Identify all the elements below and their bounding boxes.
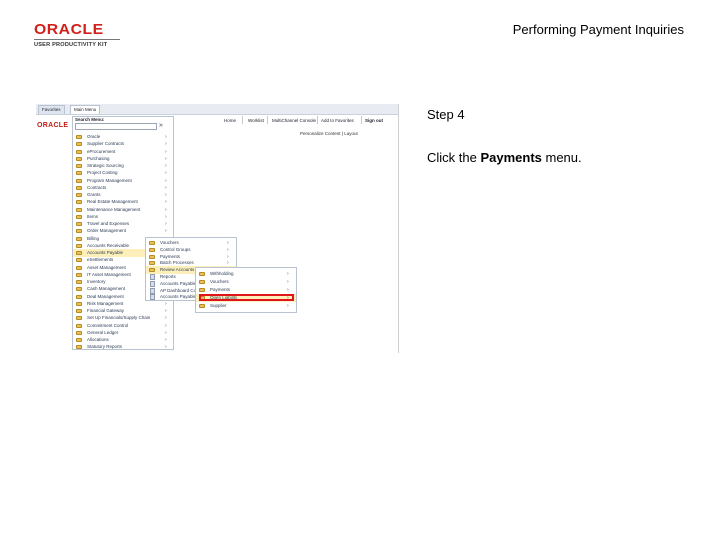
folder-icon [199,288,205,292]
search-go-icon[interactable]: » [159,122,167,130]
folder-icon [149,268,155,273]
folder-icon [149,241,155,245]
review-submenu-item[interactable]: Vouchers › [196,278,296,286]
folder-icon [76,243,82,248]
folder-icon [76,323,82,328]
link-add-to-favorites[interactable]: Add to Favorites [321,116,354,125]
main-menu-item[interactable]: Statutory Reports › [73,343,173,351]
main-menu-dropdown: Search Menu: » Oracle › Supplier Contracts… [72,116,174,350]
step-label: Step 4 [427,107,465,122]
folder-icon [76,280,82,284]
folder-icon [199,304,205,308]
folder-icon [76,338,82,342]
instruction-prefix: Click the [427,150,481,165]
review-submenu-item-label: Vouchers [210,279,229,284]
review-ap-info-submenu: Withholding › Vouchers › Payments › Open Liabi… [195,267,297,313]
folder-icon [76,207,82,212]
folder-icon [149,261,155,266]
folder-icon [76,265,82,270]
folder-icon [76,309,82,313]
folder-icon [149,254,155,259]
folder-icon [76,164,82,168]
folder-icon [76,142,82,147]
folder-icon [76,156,82,161]
page-icon [150,294,155,301]
payments-highlight-box [199,294,294,301]
folder-icon [76,185,82,190]
oracle-upk-logo: ORACLE USER PRODUCTIVITY KIT [34,22,126,48]
link-separator [317,116,318,124]
chevron-right-icon: › [287,287,289,293]
folder-icon [199,272,205,276]
folder-icon [76,272,82,277]
folder-icon [76,251,82,255]
folder-icon [76,236,82,241]
tab-bar: Favorites Main Menu [36,104,398,115]
review-submenu-item-label: Payments [210,287,231,292]
link-separator [242,116,243,124]
application-screenshot: Favorites Main Menu ORACLE Home Worklist… [36,104,399,353]
step-instruction: Click the Payments menu. [427,150,582,165]
review-submenu-item-label: Withholding [210,271,234,276]
personalize-links[interactable]: Personalize Content | Layout [300,131,358,136]
folder-icon [76,193,82,197]
link-separator [267,116,268,124]
instruction-target: Payments [480,150,542,165]
link-sign-out[interactable]: Sign out [365,116,383,125]
page-title: Performing Payment Inquiries [512,22,684,37]
search-menu-input[interactable] [75,123,157,130]
folder-icon [76,214,82,219]
folder-icon [76,229,82,234]
folder-icon [76,287,82,292]
review-submenu-item-label: Supplier [210,303,227,308]
folder-icon [199,280,205,284]
folder-icon [76,294,82,299]
link-home[interactable]: Home [224,116,236,125]
chevron-right-icon: › [165,344,167,351]
folder-icon [76,258,82,263]
tab-favorites[interactable]: Favorites [38,105,65,114]
tab-main-menu[interactable]: Main Menu [70,105,101,114]
main-menu-item-label: Statutory Reports [87,344,123,350]
review-submenu-item[interactable]: Supplier › [196,302,296,310]
logo-wordmark: ORACLE [34,21,104,38]
folder-icon [76,301,82,306]
chevron-right-icon: › [287,271,289,277]
folder-icon [76,149,82,154]
link-worklist[interactable]: Worklist [248,116,264,125]
chevron-right-icon: › [287,303,289,309]
folder-icon [76,135,82,139]
link-multichannel-console[interactable]: MultiChannel Console [272,116,316,125]
folder-icon [76,316,82,321]
folder-icon [76,200,82,205]
folder-icon [76,330,82,335]
folder-icon [76,171,82,176]
folder-icon [149,247,155,252]
instruction-suffix: menu. [541,150,582,165]
logo-divider [34,39,120,40]
chevron-right-icon: › [287,279,289,285]
review-submenu-item[interactable]: Payments › [196,286,296,294]
folder-icon [76,222,82,226]
review-submenu-item[interactable]: Withholding › [196,270,296,278]
folder-icon [76,345,82,350]
link-separator [361,116,362,124]
folder-icon [76,178,82,183]
logo-subtitle: USER PRODUCTIVITY KIT [34,42,108,48]
